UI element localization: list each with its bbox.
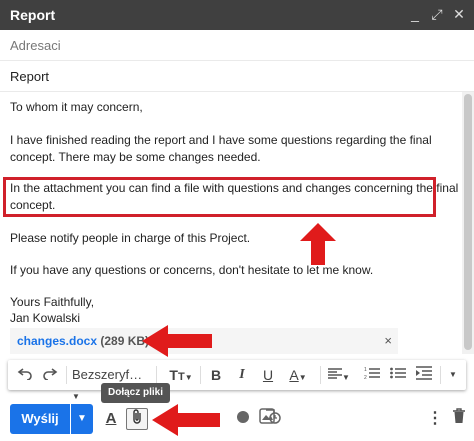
body-notify: Please notify people in charge of this P… <box>10 231 251 245</box>
drive-icon[interactable] <box>232 408 254 430</box>
font-family-select[interactable]: Bezszeryf… ▼ <box>72 365 144 401</box>
toolbar-divider <box>156 366 157 384</box>
format-icon[interactable]: A <box>100 408 122 430</box>
underline-button[interactable]: U <box>258 365 278 385</box>
chevron-down-icon: ▼ <box>298 373 307 382</box>
recipients-field[interactable]: Adresaci <box>0 30 474 61</box>
compose-titlebar: Report _ ⤢ ✕ <box>0 0 474 30</box>
font-size-glyph: T <box>169 367 178 383</box>
attachment-filename[interactable]: changes.docx <box>17 334 97 348</box>
minimize-icon[interactable]: _ <box>406 5 424 23</box>
arrow-to-highlight <box>300 223 336 265</box>
window-title: Report <box>10 7 56 23</box>
body-greeting: To whom it may concern, <box>10 100 143 114</box>
undo-icon[interactable] <box>15 365 35 385</box>
body-signature: Jan Kowalski <box>10 311 81 325</box>
indent-icon[interactable] <box>414 365 434 385</box>
numbered-list-icon[interactable]: 12 <box>362 365 382 385</box>
svg-text:1: 1 <box>364 367 367 373</box>
bold-button[interactable]: B <box>206 365 226 385</box>
toolbar-divider <box>320 366 321 384</box>
svg-text:2: 2 <box>364 375 367 380</box>
chevron-down-icon: ▼ <box>184 373 193 382</box>
toolbar-divider <box>200 366 201 384</box>
redo-icon[interactable] <box>40 365 60 385</box>
send-button[interactable]: Wyślij <box>10 404 70 434</box>
arrow-to-attach-button <box>152 404 220 436</box>
trash-icon[interactable] <box>448 408 470 430</box>
font-size-small-glyph: T <box>177 371 185 383</box>
font-size-icon[interactable]: TT▼ <box>164 365 198 385</box>
toolbar-divider <box>66 366 67 384</box>
expand-icon[interactable]: ⤢ <box>428 5 446 23</box>
body-attachment-line-1: In the attachment you can find a file wi… <box>10 181 459 195</box>
scrollbar[interactable] <box>462 92 474 354</box>
scrollbar-thumb[interactable] <box>464 94 472 350</box>
body-line-1: I have finished reading the report and I… <box>10 133 432 147</box>
bulleted-list-icon[interactable] <box>388 365 408 385</box>
body-closing: Yours Faithfully, <box>10 295 95 309</box>
more-options-icon[interactable]: ⋮ <box>424 408 446 430</box>
body-line-2: concept. There may be some changes neede… <box>10 150 261 164</box>
schedule-icon[interactable] <box>262 408 284 430</box>
subject-field[interactable]: Report <box>0 61 474 92</box>
body-attachment-line-2: concept. <box>10 198 56 212</box>
toolbar-divider <box>440 366 441 384</box>
close-icon[interactable]: ✕ <box>450 5 468 23</box>
formatting-toolbar: Bezszeryf… ▼ TT▼ B I U A▼ ▼ 12 ▼ <box>8 360 466 401</box>
chevron-down-icon: ▼ <box>72 392 80 401</box>
attach-icon[interactable] <box>126 408 148 430</box>
align-icon[interactable]: ▼ <box>326 365 352 385</box>
text-color-glyph: A <box>289 367 299 383</box>
send-options-icon[interactable]: ▼ <box>71 404 93 434</box>
italic-button[interactable]: I <box>232 365 252 385</box>
more-formatting-icon[interactable]: ▼ <box>446 365 460 385</box>
font-family-value: Bezszeryf… <box>72 367 143 382</box>
arrow-to-attachment <box>142 325 212 357</box>
text-color-button[interactable]: A▼ <box>284 365 312 385</box>
remove-attachment-icon[interactable]: × <box>384 328 392 354</box>
attach-tooltip: Dołącz pliki <box>101 383 170 403</box>
